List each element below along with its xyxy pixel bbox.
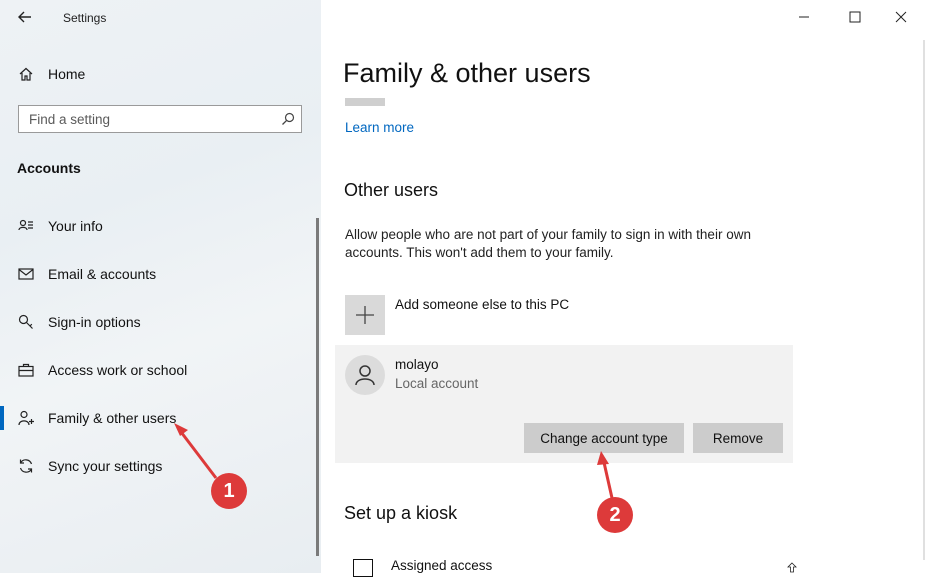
close-icon[interactable] (886, 4, 916, 30)
sidebar-scrollbar[interactable] (316, 218, 319, 556)
user-name: molayo (395, 357, 439, 372)
sidebar-item-label: Sync your settings (48, 458, 163, 474)
search-input[interactable]: Find a setting (18, 105, 302, 133)
sidebar: Settings Home Find a setting Accounts Yo… (0, 0, 321, 573)
page-title: Family & other users (343, 58, 591, 88)
other-users-description: Allow people who are not part of your fa… (345, 227, 751, 260)
add-user-label[interactable]: Add someone else to this PC (395, 297, 569, 312)
home-icon (19, 67, 33, 81)
sidebar-item-work-school[interactable]: Access work or school (0, 358, 321, 382)
other-users-heading: Other users (344, 180, 439, 200)
search-icon (282, 112, 295, 125)
sidebar-item-home[interactable]: Home (0, 62, 321, 86)
annotation-badge-1: 1 (211, 473, 247, 509)
minimize-icon[interactable] (789, 4, 819, 30)
section-title: Accounts (17, 160, 81, 176)
change-account-type-button[interactable]: Change account type (524, 423, 684, 453)
sidebar-item-label: Email & accounts (48, 266, 157, 282)
sync-icon (19, 459, 33, 473)
sidebar-item-label: Access work or school (48, 362, 188, 378)
sidebar-item-label: Sign-in options (48, 314, 141, 330)
sidebar-item-label: Your info (48, 218, 103, 234)
contact-card-icon (18, 219, 33, 231)
sidebar-item-label: Home (48, 66, 86, 82)
annotation-badge-2: 2 (597, 497, 633, 533)
window-title: Settings (63, 11, 107, 25)
sidebar-item-your-info[interactable]: Your info (0, 214, 321, 238)
search-placeholder: Find a setting (29, 112, 111, 127)
remove-button[interactable]: Remove (693, 423, 783, 453)
sidebar-item-label: Family & other users (48, 410, 177, 426)
back-arrow-icon[interactable] (14, 6, 36, 28)
mail-icon (18, 268, 34, 280)
person-add-icon (18, 410, 34, 426)
cursor-icon (787, 562, 797, 573)
kiosk-heading: Set up a kiosk (344, 503, 458, 523)
sidebar-item-sign-in[interactable]: Sign-in options (0, 310, 321, 334)
key-icon (18, 314, 33, 329)
user-card[interactable]: molayo Local account Change account type… (335, 345, 793, 463)
plus-icon (356, 306, 374, 324)
main-scrollbar[interactable] (923, 40, 925, 560)
user-account-type: Local account (395, 376, 479, 391)
learn-more-link[interactable]: Learn more (345, 120, 414, 135)
add-user-button[interactable] (345, 295, 385, 335)
sidebar-item-sync[interactable]: Sync your settings (0, 454, 321, 478)
sidebar-item-email[interactable]: Email & accounts (0, 262, 321, 286)
avatar (345, 355, 385, 395)
assigned-access-link[interactable]: Assigned access (391, 558, 492, 573)
main-pane: Family & other users Learn more Other us… (321, 0, 926, 577)
briefcase-icon (18, 363, 34, 377)
placeholder-bar (345, 98, 385, 106)
sidebar-item-family[interactable]: Family & other users (0, 406, 321, 430)
kiosk-icon (353, 559, 373, 577)
person-icon (355, 365, 375, 386)
maximize-icon[interactable] (840, 4, 870, 30)
